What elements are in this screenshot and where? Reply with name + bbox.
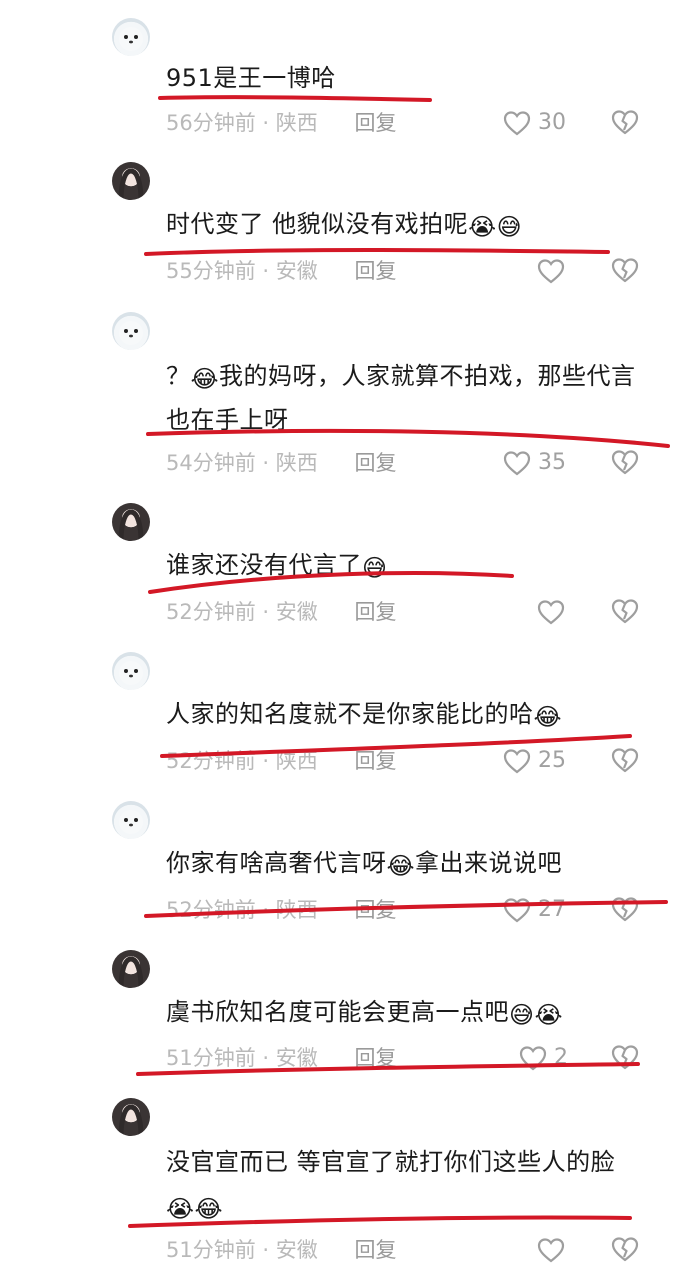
comment-text: 人家的知名度就不是你家能比的哈😂 (166, 700, 563, 731)
emoji-group: 😅 (362, 554, 388, 582)
comment-text: 你家有啥高奢代言呀😂拿出来说说吧 (166, 849, 563, 880)
emoji-group: 😅😭 (509, 1001, 564, 1029)
emoji-group: 😂 (533, 703, 563, 731)
comment-text: 951是王一博哈 (166, 64, 336, 92)
heart-outline-icon (503, 749, 531, 774)
dislike-button[interactable] (610, 746, 640, 776)
seal-avatar[interactable] (112, 18, 150, 56)
comment-text: 谁家还没有代言了😅 (166, 551, 388, 582)
user-avatar[interactable] (112, 1098, 150, 1136)
comment-location: 陕西 (275, 451, 318, 475)
heart-outline-icon (503, 451, 531, 476)
comment-time: 56分钟前 (166, 111, 256, 135)
broken-heart-icon (611, 258, 639, 283)
dislike-button[interactable] (610, 108, 640, 138)
comment-meta: 51分钟前 · 安徽 回复 (166, 1046, 397, 1070)
like-count: 25 (538, 748, 566, 773)
emoji-group: 😭😅 (468, 213, 523, 241)
heart-outline-icon (537, 600, 565, 625)
like-button[interactable] (536, 597, 566, 627)
reply-button[interactable]: 回复 (354, 749, 396, 773)
emoji-group: 😭😂 (166, 1195, 224, 1223)
comment-time: 52分钟前 (166, 600, 256, 624)
reply-button[interactable]: 回复 (354, 1046, 396, 1070)
like-count: 27 (538, 897, 566, 922)
reply-button[interactable]: 回复 (354, 1238, 396, 1262)
reply-button[interactable]: 回复 (354, 898, 396, 922)
reply-button[interactable]: 回复 (354, 600, 396, 624)
comment-location: 陕西 (275, 898, 318, 922)
broken-heart-icon (611, 748, 639, 773)
comment-location: 安徽 (275, 1238, 318, 1262)
reply-button[interactable]: 回复 (354, 259, 396, 283)
like-button[interactable] (536, 1235, 566, 1265)
dislike-button[interactable] (610, 1043, 640, 1073)
comment-meta: 55分钟前 · 安徽 回复 (166, 259, 397, 283)
comment-time: 51分钟前 (166, 1046, 256, 1070)
comment-meta: 56分钟前 · 陕西 回复 (166, 111, 397, 135)
comment-text: 虞书欣知名度可能会更高一点吧😅😭 (166, 998, 564, 1029)
dislike-button[interactable] (610, 895, 640, 925)
heart-outline-icon (503, 898, 531, 923)
reply-button[interactable]: 回复 (354, 111, 396, 135)
comment-meta: 52分钟前 · 陕西 回复 (166, 898, 397, 922)
underline-2 (144, 248, 610, 256)
reply-button[interactable]: 回复 (354, 451, 396, 475)
dislike-button[interactable] (610, 597, 640, 627)
comment-meta: 51分钟前 · 安徽 回复 (166, 1238, 397, 1262)
comment-text: 时代变了 他貌似没有戏拍呢😭😅 (166, 210, 523, 241)
user-avatar[interactable] (112, 162, 150, 200)
like-button[interactable]: 30 (502, 108, 566, 138)
broken-heart-icon (611, 450, 639, 475)
heart-outline-icon (537, 259, 565, 284)
annotation-underlines (128, 95, 670, 1228)
comment-time: 51分钟前 (166, 1238, 256, 1262)
broken-heart-icon (611, 1237, 639, 1262)
like-button[interactable] (536, 256, 566, 286)
broken-heart-icon (611, 110, 639, 135)
seal-avatar[interactable] (112, 801, 150, 839)
emoji-group: 😂 (386, 852, 416, 880)
dislike-button[interactable] (610, 448, 640, 478)
heart-outline-icon (503, 111, 531, 136)
like-button[interactable]: 2 (518, 1043, 568, 1073)
comment-time: 54分钟前 (166, 451, 256, 475)
dislike-button[interactable] (610, 1235, 640, 1265)
comment-meta: 54分钟前 · 陕西 回复 (166, 451, 397, 475)
comment-time: 52分钟前 (166, 898, 256, 922)
comment-time: 55分钟前 (166, 259, 256, 283)
seal-avatar[interactable] (112, 312, 150, 350)
emoji-group: 😂 (190, 365, 220, 393)
dislike-button[interactable] (610, 256, 640, 286)
like-button[interactable]: 27 (502, 895, 566, 925)
user-avatar[interactable] (112, 950, 150, 988)
like-button[interactable]: 25 (502, 746, 566, 776)
comment-location: 陕西 (275, 749, 318, 773)
like-count: 30 (538, 110, 566, 135)
broken-heart-icon (611, 1045, 639, 1070)
like-count: 35 (538, 450, 566, 475)
comment-text: ？😂我的妈呀，人家就算不拍戏，那些代言也在手上呀 (166, 362, 636, 434)
broken-heart-icon (611, 599, 639, 624)
like-count: 2 (554, 1045, 568, 1070)
user-avatar[interactable] (112, 503, 150, 541)
comment-location: 安徽 (275, 259, 318, 283)
like-button[interactable]: 35 (502, 448, 566, 478)
comment-time: 52分钟前 (166, 749, 256, 773)
heart-outline-icon (537, 1238, 565, 1263)
broken-heart-icon (611, 897, 639, 922)
comment-location: 安徽 (275, 1046, 318, 1070)
seal-avatar[interactable] (112, 652, 150, 690)
comment-meta: 52分钟前 · 安徽 回复 (166, 600, 397, 624)
comment-location: 陕西 (275, 111, 318, 135)
comment-meta: 52分钟前 · 陕西 回复 (166, 749, 397, 773)
comment-location: 安徽 (275, 600, 318, 624)
underline-1 (158, 95, 432, 102)
heart-outline-icon (519, 1046, 547, 1071)
comment-text: 没官宣而已 等官宣了就打你们这些人的脸😭😂 (166, 1148, 616, 1223)
